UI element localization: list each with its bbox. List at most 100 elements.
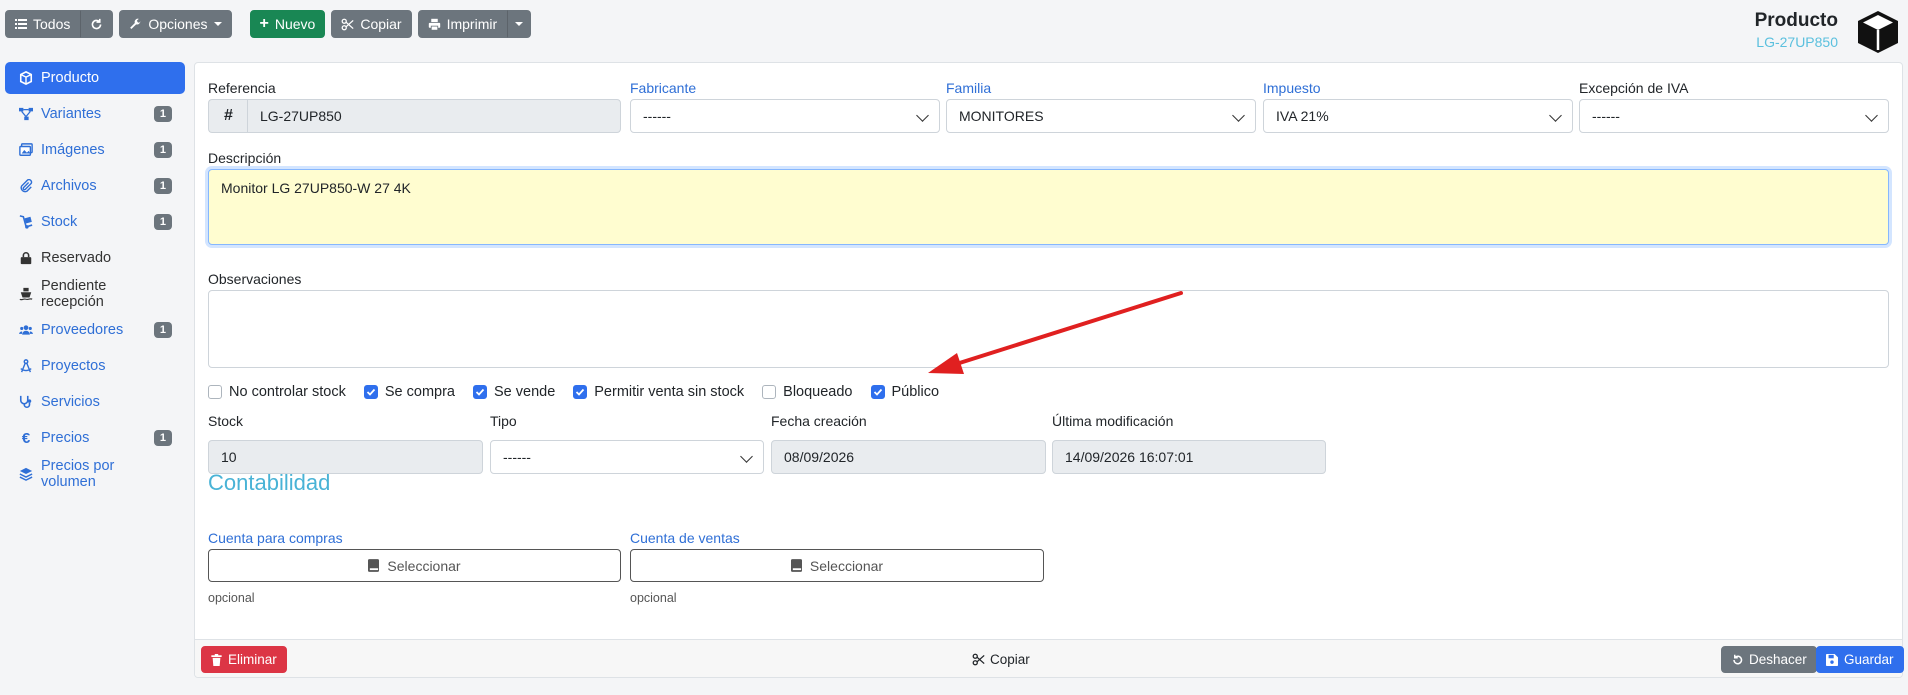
new-button-label: Nuevo bbox=[274, 16, 316, 32]
descripcion-textarea[interactable]: Monitor LG 27UP850-W 27 4K bbox=[208, 169, 1889, 245]
checkbox-box[interactable] bbox=[762, 385, 777, 399]
chevron-down-icon bbox=[916, 109, 929, 122]
sidebar-item-servicios[interactable]: Servicios bbox=[5, 384, 185, 420]
sidebar-item-precios[interactable]: € Precios 1 bbox=[5, 420, 185, 456]
product-form-card: Referencia # LG-27UP850 Fabricante -----… bbox=[194, 62, 1904, 678]
print-button[interactable]: Imprimir bbox=[417, 10, 508, 38]
cuenta-ventas-label[interactable]: Cuenta de ventas bbox=[630, 530, 740, 546]
footer-copy-button[interactable]: Copiar bbox=[972, 652, 1030, 667]
checkbox-label: Bloqueado bbox=[783, 384, 853, 400]
toolbar: Todos Opciones + Nuevo Copiar Imprimir bbox=[5, 10, 532, 38]
copy-button[interactable]: Copiar bbox=[331, 10, 412, 38]
checkbox-box[interactable] bbox=[573, 385, 588, 399]
plus-icon: + bbox=[259, 15, 269, 32]
sidebar-item-producto[interactable]: Producto bbox=[5, 62, 185, 94]
save-icon bbox=[1826, 653, 1838, 666]
ship-icon bbox=[19, 287, 33, 301]
list-icon bbox=[15, 19, 27, 29]
publico-checkbox[interactable]: Público bbox=[870, 384, 940, 400]
delete-button[interactable]: Eliminar bbox=[201, 646, 287, 673]
all-button[interactable]: Todos bbox=[5, 10, 81, 38]
lock-icon bbox=[19, 251, 33, 265]
count-badge: 1 bbox=[153, 322, 172, 338]
chevron-down-icon bbox=[213, 22, 222, 26]
print-dropdown-button[interactable] bbox=[507, 10, 532, 38]
sidebar-item-label: Producto bbox=[41, 70, 100, 86]
sidebar-item-variantes[interactable]: Variantes 1 bbox=[5, 96, 185, 132]
checkbox-box[interactable] bbox=[472, 385, 487, 399]
impuesto-label[interactable]: Impuesto bbox=[1263, 80, 1321, 96]
product-flags: No controlar stock Se compra Se vende Pe… bbox=[208, 384, 957, 400]
check-icon bbox=[873, 388, 882, 396]
checkbox-box[interactable] bbox=[870, 385, 885, 399]
checkbox-box[interactable] bbox=[208, 385, 222, 399]
impuesto-select[interactable]: IVA 21% bbox=[1263, 99, 1573, 133]
cuenta-ventas-select-button[interactable]: Seleccionar bbox=[630, 549, 1044, 582]
familia-label[interactable]: Familia bbox=[946, 80, 991, 96]
checkbox-label: Se vende bbox=[493, 384, 556, 400]
referencia-input[interactable]: LG-27UP850 bbox=[247, 99, 621, 133]
optional-hint: opcional bbox=[630, 591, 677, 605]
checkbox-box[interactable] bbox=[363, 385, 378, 399]
refresh-button[interactable] bbox=[80, 10, 114, 38]
no-controlar-stock-checkbox[interactable]: No controlar stock bbox=[208, 384, 346, 400]
excepcion-iva-select[interactable]: ------ bbox=[1579, 99, 1889, 133]
all-button-label: Todos bbox=[33, 16, 71, 32]
count-badge: 1 bbox=[153, 214, 172, 230]
sidebar-item-proyectos[interactable]: Proyectos bbox=[5, 348, 185, 384]
page-subtitle: LG-27UP850 bbox=[1756, 34, 1838, 50]
sidebar-item-label: Precios por volumen bbox=[41, 458, 115, 490]
se-vende-checkbox[interactable]: Se vende bbox=[472, 384, 556, 400]
select-button-label: Seleccionar bbox=[387, 557, 461, 574]
printer-icon bbox=[428, 18, 440, 31]
cuenta-compras-select-button[interactable]: Seleccionar bbox=[208, 549, 621, 582]
stethoscope-icon bbox=[19, 395, 33, 409]
select-button-label: Seleccionar bbox=[809, 557, 884, 574]
options-button[interactable]: Opciones bbox=[119, 10, 232, 38]
sidebar: Producto Variantes 1 Imágenes 1 Archivos… bbox=[5, 62, 185, 492]
sidebar-item-precios-por-volumen[interactable]: Precios por volumen bbox=[5, 456, 185, 492]
ultima-modificacion-input[interactable]: 14/09/2026 16:07:01 bbox=[1052, 440, 1326, 474]
fabricante-select[interactable]: ------ bbox=[630, 99, 940, 133]
stock-input[interactable]: 10 bbox=[208, 440, 483, 474]
bloqueado-checkbox[interactable]: Bloqueado bbox=[762, 384, 853, 400]
familia-select[interactable]: MONITORES bbox=[946, 99, 1256, 133]
se-compra-checkbox[interactable]: Se compra bbox=[363, 384, 455, 400]
sidebar-item-reservado[interactable]: Reservado bbox=[5, 240, 185, 276]
sidebar-item-imagenes[interactable]: Imágenes 1 bbox=[5, 132, 185, 168]
cuenta-compras-label[interactable]: Cuenta para compras bbox=[208, 530, 343, 546]
sidebar-item-archivos[interactable]: Archivos 1 bbox=[5, 168, 185, 204]
fecha-creacion-input[interactable]: 08/09/2026 bbox=[771, 440, 1046, 474]
fabricante-label[interactable]: Fabricante bbox=[630, 80, 696, 96]
sidebar-item-label: Servicios bbox=[41, 394, 100, 410]
permitir-venta-sin-stock-checkbox[interactable]: Permitir venta sin stock bbox=[573, 384, 744, 400]
fabricante-value: ------ bbox=[643, 108, 671, 124]
hash-icon: # bbox=[208, 99, 248, 133]
chevron-down-icon bbox=[1865, 109, 1878, 122]
new-button[interactable]: + Nuevo bbox=[249, 10, 326, 38]
form-footer: Eliminar Copiar Deshacer Guardar bbox=[195, 639, 1904, 677]
save-button[interactable]: Guardar bbox=[1816, 646, 1904, 673]
sidebar-item-label: Reservado bbox=[41, 250, 112, 266]
checkbox-label: Público bbox=[891, 384, 940, 400]
chevron-down-icon bbox=[515, 22, 524, 26]
tipo-select[interactable]: ------ bbox=[490, 440, 764, 474]
sidebar-item-stock[interactable]: Stock 1 bbox=[5, 204, 185, 240]
contabilidad-heading: Contabilidad bbox=[208, 470, 331, 495]
chevron-down-icon bbox=[1232, 109, 1245, 122]
count-badge: 1 bbox=[153, 430, 172, 446]
list-button-group: Todos bbox=[5, 10, 114, 38]
undo-button[interactable]: Deshacer bbox=[1721, 646, 1817, 673]
sidebar-item-pendiente-recepcion[interactable]: Pendiente recepción bbox=[5, 276, 185, 312]
options-button-label: Opciones bbox=[148, 16, 208, 32]
observaciones-textarea[interactable] bbox=[208, 290, 1889, 368]
sitemap-icon bbox=[19, 107, 33, 121]
count-badge: 1 bbox=[153, 106, 172, 122]
sidebar-item-proveedores[interactable]: Proveedores 1 bbox=[5, 312, 185, 348]
count-badge: 1 bbox=[153, 178, 172, 194]
tipo-value: ------ bbox=[503, 449, 531, 465]
footer-copy-label: Copiar bbox=[990, 652, 1030, 667]
cube-icon bbox=[19, 71, 33, 85]
layers-icon bbox=[19, 467, 33, 481]
check-icon bbox=[366, 388, 376, 396]
